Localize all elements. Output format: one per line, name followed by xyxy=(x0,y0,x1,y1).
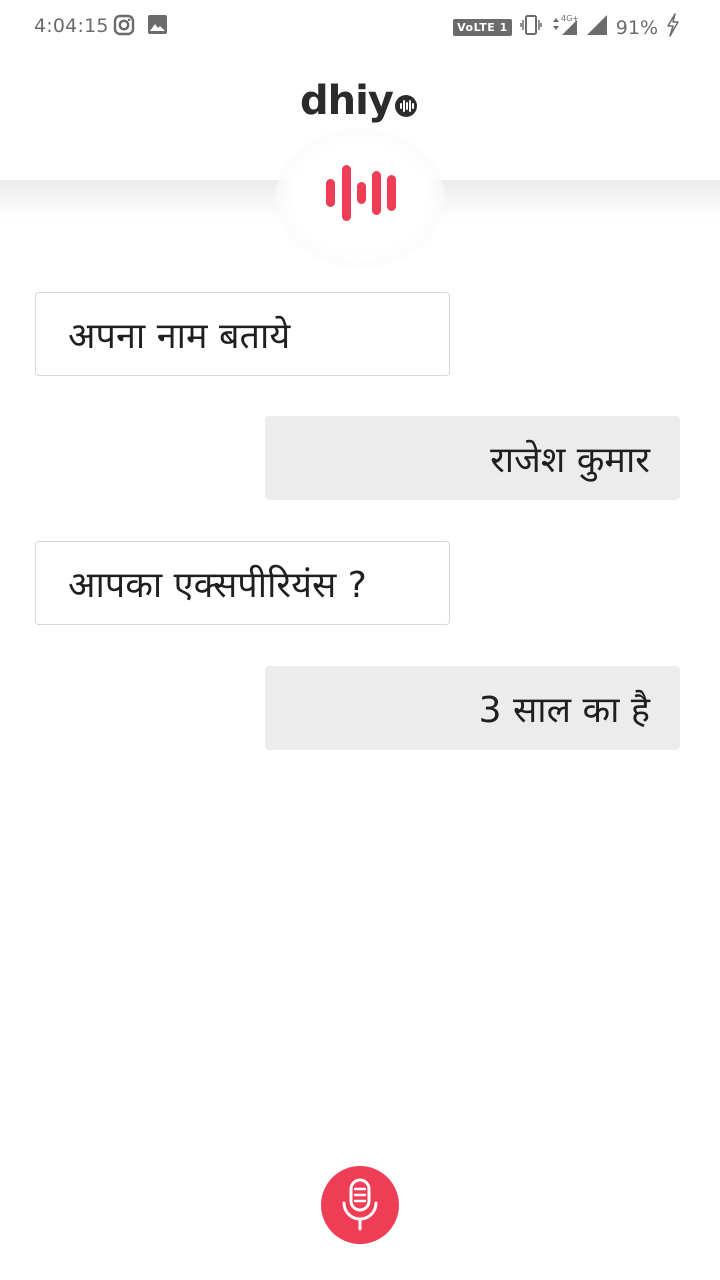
dhiyo-logo: dhiy xyxy=(300,78,417,124)
gallery-icon xyxy=(147,14,168,40)
volte-badge: VoLTE 1 xyxy=(453,19,512,36)
waveform-icon xyxy=(324,165,396,221)
message-text: 3 साल का है xyxy=(478,689,650,731)
signal-icon xyxy=(586,14,608,41)
microphone-button[interactable] xyxy=(321,1166,399,1244)
data-arrows-icon: 4G+ xyxy=(550,13,579,42)
status-icons: VoLTE 1 4G+ 91% xyxy=(453,13,680,42)
status-bar: 4:04:15 VoLTE 1 4G+ 91% xyxy=(0,0,720,54)
bot-question-bubble: आपका एक्सपीरियंस ? xyxy=(35,541,450,625)
battery-level: 91% xyxy=(615,16,658,39)
battery-charging-icon xyxy=(666,13,680,42)
app-screen: 4:04:15 VoLTE 1 4G+ 91% dhiy अपना नाम बत… xyxy=(0,0,720,1280)
vibrate-icon xyxy=(520,13,542,42)
message-text: अपना नाम बताये xyxy=(68,315,291,357)
microphone-icon xyxy=(342,1178,378,1231)
user-answer-bubble: राजेश कुमार xyxy=(265,416,680,500)
instagram-icon xyxy=(113,14,135,41)
message-text: राजेश कुमार xyxy=(490,439,650,481)
bot-question-bubble: अपना नाम बताये xyxy=(35,292,450,376)
user-answer-bubble: 3 साल का है xyxy=(265,666,680,750)
logo-sound-icon xyxy=(394,95,417,117)
logo-text: dhiy xyxy=(300,78,394,124)
message-text: आपका एक्सपीरियंस ? xyxy=(68,564,367,606)
status-time: 4:04:15 xyxy=(34,15,109,37)
